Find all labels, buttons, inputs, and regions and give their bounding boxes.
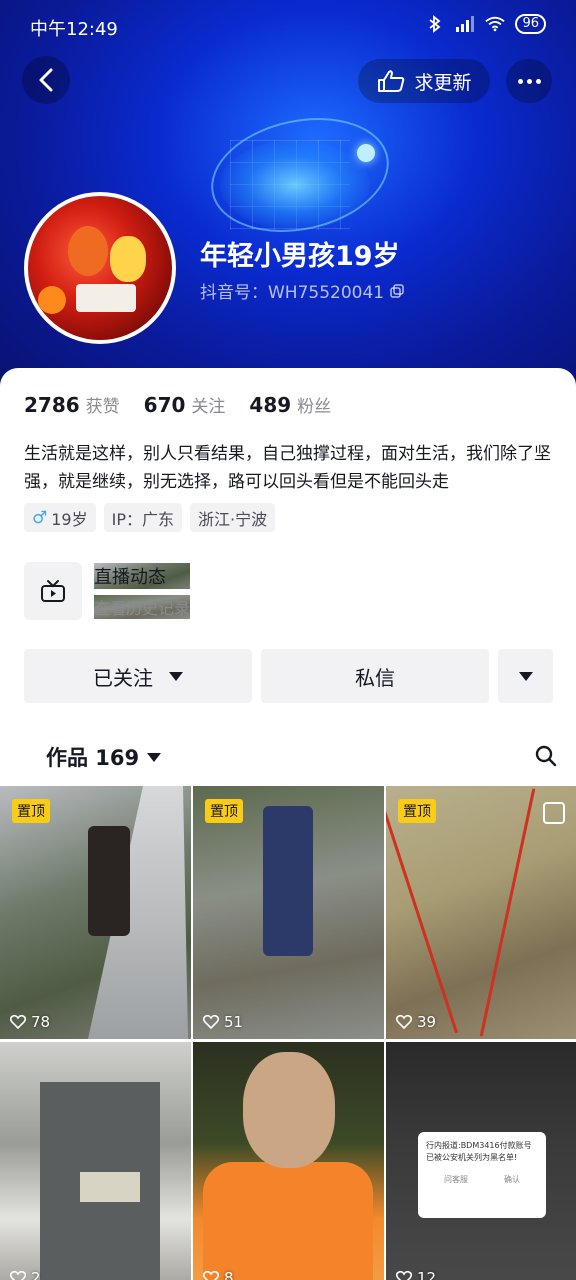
caret-down-icon bbox=[147, 752, 162, 762]
more-dot-icon bbox=[517, 78, 523, 84]
video-thumbnail[interactable]: 行内报道:BDM3416付款账号已被公安机关列为黑名单! 问客服 确认 12 bbox=[386, 1042, 576, 1280]
likes-number: 2 bbox=[31, 1269, 41, 1280]
dialog-text: 行内报道:BDM3416付款账号已被公安机关列为黑名单! bbox=[426, 1141, 532, 1162]
pinned-badge: 置顶 bbox=[12, 799, 50, 823]
request-update-button[interactable]: 求更新 bbox=[358, 59, 490, 103]
likes-number: 12 bbox=[417, 1269, 437, 1280]
banner-planet-decoration bbox=[357, 144, 375, 162]
heart-icon bbox=[396, 1271, 412, 1280]
likes-count: 39 bbox=[396, 1013, 436, 1031]
profile-bio: 生活就是这样，别人只看结果，自己独撑过程，面对生活，我们除了坚强，就是继续，别无… bbox=[24, 444, 551, 492]
heart-icon bbox=[10, 1015, 26, 1029]
heart-icon bbox=[10, 1271, 26, 1280]
video-thumbnail[interactable]: 置顶 51 bbox=[193, 786, 384, 1039]
action-buttons: 已关注 私信 bbox=[24, 649, 553, 703]
male-icon: ♂ bbox=[32, 507, 48, 528]
person-figure bbox=[88, 826, 130, 936]
more-options-button[interactable] bbox=[506, 59, 552, 103]
likes-number: 39 bbox=[417, 1013, 437, 1031]
heart-icon bbox=[203, 1015, 219, 1029]
live-history-entry[interactable]: 直播动态 查看历史记录 bbox=[24, 562, 191, 620]
more-dot-icon bbox=[535, 78, 541, 84]
screenshot-dialog: 行内报道:BDM3416付款账号已被公安机关列为黑名单! 问客服 确认 bbox=[418, 1132, 546, 1218]
caret-down-icon bbox=[169, 671, 183, 681]
status-icons: 96 bbox=[425, 14, 546, 34]
likes-count: 51 bbox=[203, 1013, 243, 1031]
video-thumbnail[interactable]: 2 bbox=[0, 1042, 191, 1280]
likes-number: 51 bbox=[224, 1013, 244, 1031]
age-tag-text: 19岁 bbox=[51, 509, 88, 529]
stat-followers[interactable]: 489 粉丝 bbox=[249, 392, 331, 417]
followed-button[interactable]: 已关注 bbox=[24, 649, 252, 703]
stat-number: 670 bbox=[143, 393, 186, 417]
location-tag: 浙江·宁波 bbox=[190, 503, 276, 532]
more-dot-icon bbox=[526, 78, 532, 84]
likes-count: 8 bbox=[203, 1269, 234, 1280]
live-subtitle: 查看历史记录 bbox=[94, 595, 191, 619]
furniture-decoration bbox=[80, 1172, 140, 1202]
douyin-id-text: 抖音号：WH75520041 bbox=[200, 283, 385, 303]
rope-decoration bbox=[386, 791, 459, 1034]
douyin-id[interactable]: 抖音号：WH75520041 bbox=[200, 278, 404, 303]
dialog-left-button: 问客服 bbox=[444, 1175, 468, 1184]
stat-following[interactable]: 670 关注 bbox=[144, 392, 226, 417]
likes-count: 78 bbox=[10, 1013, 50, 1031]
stat-label: 粉丝 bbox=[297, 397, 332, 417]
video-grid: 置顶 78 置顶 51 置顶 39 2 8 行内报道:BDM3416付款账号已被… bbox=[0, 786, 576, 1280]
likes-number: 78 bbox=[31, 1013, 51, 1031]
copy-icon[interactable] bbox=[390, 283, 404, 298]
signal-icon bbox=[455, 14, 475, 34]
status-time: 中午12:49 bbox=[30, 19, 118, 40]
message-button[interactable]: 私信 bbox=[261, 649, 489, 703]
dialog-right-button: 确认 bbox=[504, 1175, 520, 1184]
heart-icon bbox=[203, 1271, 219, 1280]
request-update-label: 求更新 bbox=[414, 71, 472, 94]
age-tag: ♂ 19岁 bbox=[24, 503, 96, 532]
avatar[interactable] bbox=[24, 192, 176, 344]
works-tab-label: 作品 169 bbox=[46, 746, 140, 770]
pinned-badge: 置顶 bbox=[205, 799, 243, 823]
profile-name: 年轻小男孩19岁 bbox=[200, 241, 400, 272]
profile-tags: ♂ 19岁 IP：广东 浙江·宁波 bbox=[24, 503, 276, 532]
stat-label: 关注 bbox=[191, 397, 226, 417]
pointing-hand-icon bbox=[378, 70, 405, 92]
video-thumbnail[interactable]: 置顶 39 bbox=[386, 786, 576, 1039]
ip-tag: IP：广东 bbox=[103, 503, 182, 532]
multi-image-icon bbox=[543, 802, 565, 824]
caret-down-icon bbox=[518, 671, 533, 681]
shirt-decoration bbox=[203, 1162, 373, 1280]
back-button[interactable] bbox=[22, 56, 70, 104]
video-thumbnail[interactable]: 置顶 78 bbox=[0, 786, 191, 1039]
battery-indicator: 96 bbox=[515, 14, 546, 34]
wifi-icon bbox=[485, 14, 506, 34]
back-arrow-icon bbox=[39, 68, 53, 92]
face-decoration bbox=[243, 1052, 335, 1168]
video-thumbnail[interactable]: 8 bbox=[193, 1042, 384, 1280]
likes-count: 2 bbox=[10, 1269, 41, 1280]
stat-number: 489 bbox=[249, 393, 292, 417]
person-figure bbox=[263, 806, 313, 956]
likes-number: 8 bbox=[224, 1269, 234, 1280]
rope-decoration bbox=[479, 788, 536, 1037]
followed-label: 已关注 bbox=[93, 665, 153, 690]
search-icon[interactable] bbox=[534, 744, 558, 768]
stats-row: 2786 获赞 670 关注 489 粉丝 bbox=[24, 392, 331, 417]
recommend-dropdown-button[interactable] bbox=[498, 649, 553, 703]
pinned-badge: 置顶 bbox=[398, 799, 436, 823]
live-title: 直播动态 bbox=[94, 563, 191, 589]
works-tab[interactable]: 作品 169 bbox=[46, 742, 162, 772]
heart-icon bbox=[396, 1015, 412, 1029]
stat-number: 2786 bbox=[24, 393, 80, 417]
message-label: 私信 bbox=[355, 665, 395, 690]
stat-likes[interactable]: 2786 获赞 bbox=[24, 392, 120, 417]
likes-count: 12 bbox=[396, 1269, 436, 1280]
bluetooth-icon bbox=[425, 14, 445, 34]
tv-icon bbox=[24, 562, 82, 620]
stat-label: 获赞 bbox=[85, 397, 120, 417]
